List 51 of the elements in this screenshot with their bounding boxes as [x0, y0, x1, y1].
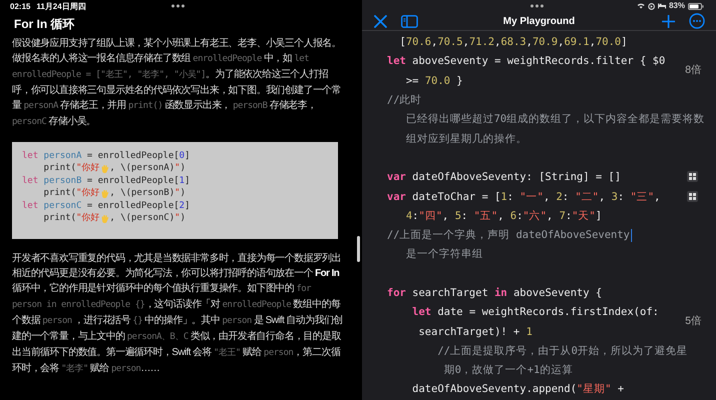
multitasking-dots-icon[interactable]	[530, 4, 544, 8]
section-title: For In 循环	[13, 16, 76, 32]
code-line: let date = weightRecords.firstIndex(of:	[411, 305, 659, 320]
code-line: [70.6,70.5,71.2,68.3,70.9,69.1,70.0]	[398, 35, 628, 50]
code-line: dateOfAboveSeventy.append("星期" +	[411, 382, 624, 398]
wifi-icon	[636, 3, 645, 9]
code-comment: 组对应到星期几的操作。	[404, 132, 527, 147]
code-comment: 期0，故做了一个+1的运算	[442, 363, 573, 378]
code-line: let aboveSeventy = weightRecords.filter { $0	[387, 54, 666, 70]
code-line: print("你好	[42, 212, 100, 225]
code-line: print("你好	[42, 162, 100, 175]
code-line: print("你好	[42, 187, 100, 200]
battery-percentage: 83%	[668, 0, 685, 12]
code-line: for searchTarget in aboveSeventy {	[387, 286, 602, 301]
code-comment: //上面是提取序号，由于从0开始，所以为了避免星	[436, 344, 688, 359]
circle-arrow-icon	[648, 2, 655, 10]
waving-hand-icon	[100, 188, 110, 199]
code-line: , \(personA)")	[110, 162, 186, 175]
multitasking-dots-icon[interactable]	[171, 4, 185, 8]
add-button[interactable]	[660, 13, 676, 30]
code-line: >= 70.0 }	[404, 74, 463, 89]
more-button[interactable]	[688, 12, 706, 30]
close-button[interactable]	[372, 13, 388, 30]
code-line: let personB = enrolledPeople[1]	[22, 174, 190, 188]
waving-hand-icon	[100, 214, 110, 224]
view-result-button[interactable]	[687, 190, 698, 202]
paragraph: 假设健身应用支持了组队上课，某个小班课上有老王、老李、小吴三个人报名。做报名表的人将这一报名信息存储在了数组 enrolledPeople 中，如 let enrolledPeople = ["老王", "老李", "小吴"]。为了能依次给这三个人打招呼，你可以直接将三句显示姓名的代码依次写出来，如下图。我们创建了一个常量 personA 存储老王，并用 print() 函数显示出来， personB 存储老李， personC 存储小吴。	[12, 36, 342, 129]
code-comment: //上面是一个字典，声明 dateOfAboveSeventy	[387, 228, 630, 244]
status-time: 02:15	[10, 1, 30, 13]
code-comment: 已经得出哪些超过70组成的数组了，以下内容全都是需要将数	[404, 112, 705, 128]
code-line: let personC = enrolledPeople[2]	[22, 200, 190, 212]
battery-icon	[688, 2, 704, 10]
code-line: let personA = enrolledPeople[0]	[22, 150, 190, 162]
code-line: , \(personB)")	[110, 187, 186, 200]
code-comment: //此时	[387, 93, 422, 108]
code-line: var dateToChar = [1: "一", 2: "二", 3: "三",	[387, 190, 660, 204]
code-line: var dateOfAboveSeventy: [String] = []	[387, 170, 621, 186]
code-comment: 是一个字符串组	[404, 247, 483, 262]
status-date: 11月24日周四	[36, 1, 86, 13]
waving-hand-icon	[100, 164, 110, 174]
code-line: searchTarget)! + 1	[418, 324, 532, 340]
sidebar-toggle-button[interactable]	[400, 13, 418, 30]
toolbar-title: My Playground	[503, 14, 575, 29]
result-label[interactable]: 5倍	[685, 314, 702, 330]
code-line: 4:"四", 5: "五", 6:"六", 7:"天"]	[404, 208, 602, 224]
code-line: , \(personC)")	[110, 212, 186, 225]
bed-icon	[658, 3, 666, 9]
paragraph: 开发者不喜欢写重复的代码，尤其是当数据非常多时，直接为每一个数据罗列出相近的代码更是没有必要。为简化写法，你可以将打招呼的语句放在一个 For In 循环中，它的作用是针对循环中的每个值执行重复操作。如下图中的 for person in enrolledPeople {}，这句话读作「对 enrolledPeople 数组中的每个数据 person ，进行花括号 {} 中的操作」。其中 person 是 Swift 自动为我们创建的一个常量，与上文中的 personA、B、C 类似，由开发者自行命名，目的是取出当前循环下的数值。第一遍循环时，Swift 会将 "老王" 赋给 person，第二次循环时，会将 "老李" 赋给 person……	[12, 252, 344, 376]
view-result-button[interactable]	[687, 171, 698, 182]
split-view-handle[interactable]	[357, 236, 360, 262]
result-label[interactable]: 8倍	[685, 62, 702, 78]
